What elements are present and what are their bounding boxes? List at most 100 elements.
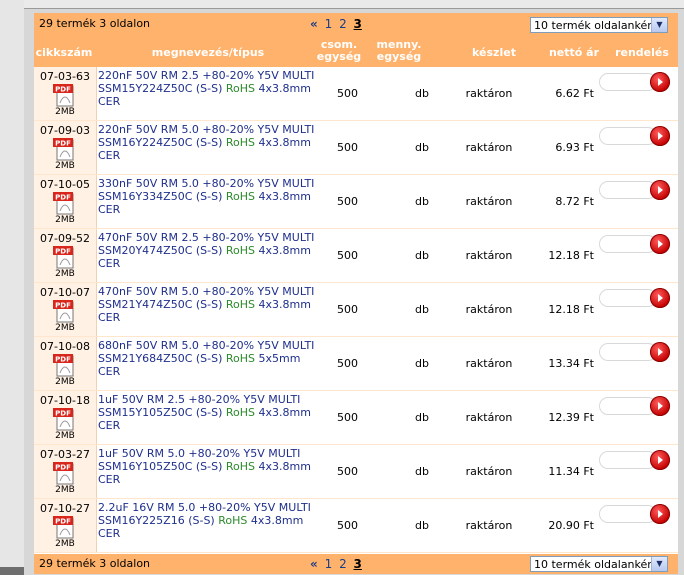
net-price: 8.72 Ft — [555, 195, 594, 208]
desc-size: 4x3.8mm — [250, 514, 304, 527]
product-description[interactable]: 470nF 50V RM 5.0 +80-20% Y5V MULTI SSM21… — [98, 285, 318, 324]
table-row: 07-10-07 PDF 2MB 470nF 50V RM 5.0 +80-20… — [34, 283, 678, 337]
rohs-badge: RoHS — [225, 136, 256, 149]
quantity-input[interactable] — [599, 181, 657, 199]
pdf-icon[interactable]: PDF — [52, 299, 78, 323]
header-price[interactable]: nettó ár — [534, 46, 614, 59]
desc-part-number: SSM15Y224Z50C (S-S) — [98, 82, 223, 95]
quantity-unit: db — [415, 519, 429, 532]
package-unit: 500 — [337, 141, 358, 154]
pdf-icon[interactable]: PDF — [52, 137, 78, 161]
page-link-2[interactable]: 2 — [339, 17, 347, 31]
pdf-icon[interactable]: PDF — [52, 83, 78, 107]
product-description[interactable]: 1uF 50V RM 2.5 +80-20% Y5V MULTI SSM15Y1… — [98, 393, 318, 432]
desc-line-3: CER — [98, 203, 121, 216]
order-button[interactable] — [650, 450, 670, 470]
per-page-select-bottom[interactable]: 10 termék oldalanként ▼ — [530, 556, 668, 572]
first-page-link-bottom[interactable]: « — [310, 557, 318, 571]
order-button[interactable] — [650, 126, 670, 146]
stock-status: raktáron — [465, 87, 513, 100]
chevron-down-icon[interactable]: ▼ — [651, 18, 667, 32]
stock-status: raktáron — [465, 519, 513, 532]
order-button[interactable] — [650, 342, 670, 362]
order-button[interactable] — [650, 180, 670, 200]
product-code: 07-10-05 — [40, 178, 90, 191]
net-price: 12.18 Ft — [548, 303, 594, 316]
desc-line-1: 330nF 50V RM 5.0 +80-20% Y5V MULTI — [98, 177, 315, 190]
page-link-1[interactable]: 1 — [325, 17, 333, 31]
quantity-input[interactable] — [599, 343, 657, 361]
quantity-input[interactable] — [599, 127, 657, 145]
pdf-icon[interactable]: PDF — [52, 461, 78, 485]
quantity-input[interactable] — [599, 505, 657, 523]
svg-text:PDF: PDF — [55, 248, 71, 256]
product-description[interactable]: 1uF 50V RM 5.0 +80-20% Y5V MULTI SSM16Y1… — [98, 447, 318, 486]
quantity-unit: db — [415, 465, 429, 478]
quantity-input[interactable] — [599, 451, 657, 469]
page-link-3-current-bottom[interactable]: 3 — [354, 557, 362, 571]
header-package: csom. egység — [304, 39, 374, 63]
product-description[interactable]: 330nF 50V RM 5.0 +80-20% Y5V MULTI SSM16… — [98, 177, 318, 216]
order-button[interactable] — [650, 396, 670, 416]
chevron-down-icon[interactable]: ▼ — [651, 557, 667, 571]
package-unit: 500 — [337, 303, 358, 316]
code-cell: 07-10-18 PDF 2MB — [34, 391, 97, 444]
table-row: 07-10-08 PDF 2MB 680nF 50V RM 5.0 +80-20… — [34, 337, 678, 391]
per-page-select[interactable]: 10 termék oldalanként ▼ — [530, 17, 668, 33]
product-code: 07-10-07 — [40, 286, 90, 299]
quantity-input[interactable] — [599, 289, 657, 307]
svg-text:PDF: PDF — [55, 86, 71, 94]
quantity-input[interactable] — [599, 397, 657, 415]
order-button[interactable] — [650, 234, 670, 254]
desc-part-number: SSM20Y474Z50C (S-S) — [98, 244, 223, 257]
header-description[interactable]: megnevezés/típus — [96, 46, 320, 59]
rohs-badge: RoHS — [218, 514, 248, 527]
pdf-size: 2MB — [55, 485, 75, 495]
main-panel: 29 termék 3 oldalon « 1 2 3 10 termék ol… — [24, 0, 684, 575]
net-price: 6.93 Ft — [555, 141, 594, 154]
product-code: 07-09-03 — [40, 124, 90, 137]
desc-size: 5x5mm — [258, 352, 301, 365]
package-unit: 500 — [337, 519, 358, 532]
product-code: 07-03-27 — [40, 448, 90, 461]
product-code: 07-09-52 — [40, 232, 90, 245]
svg-text:PDF: PDF — [55, 194, 71, 202]
quantity-unit: db — [415, 303, 429, 316]
stock-status: raktáron — [465, 411, 513, 424]
desc-line-3: CER — [98, 419, 121, 432]
product-description[interactable]: 680nF 50V RM 5.0 +80-20% Y5V MULTI SSM21… — [98, 339, 318, 378]
svg-text:PDF: PDF — [55, 518, 71, 526]
page-link-2-bottom[interactable]: 2 — [339, 557, 347, 571]
product-code: 07-10-08 — [40, 340, 90, 353]
table-row: 07-10-27 PDF 2MB 2.2uF 16V RM 5.0 +80-20… — [34, 499, 678, 553]
pdf-icon[interactable]: PDF — [52, 407, 78, 431]
per-page-value: 10 termék oldalanként — [534, 19, 659, 32]
code-cell: 07-09-52 PDF 2MB — [34, 229, 97, 282]
header-order: rendelés — [615, 46, 669, 59]
product-description[interactable]: 220nF 50V RM 5.0 +80-20% Y5V MULTI SSM16… — [98, 123, 318, 162]
desc-line-1: 470nF 50V RM 5.0 +80-20% Y5V MULTI — [98, 285, 315, 298]
header-stock[interactable]: készlet — [464, 46, 524, 59]
pdf-icon[interactable]: PDF — [52, 353, 78, 377]
product-description[interactable]: 220nF 50V RM 2.5 +80-20% Y5V MULTI SSM15… — [98, 69, 318, 108]
code-cell: 07-10-07 PDF 2MB — [34, 283, 97, 336]
header-code[interactable]: cikkszám — [34, 46, 94, 59]
quantity-input[interactable] — [599, 73, 657, 91]
product-description[interactable]: 470nF 50V RM 2.5 +80-20% Y5V MULTI SSM20… — [98, 231, 318, 270]
pdf-icon[interactable]: PDF — [52, 245, 78, 269]
order-button[interactable] — [650, 72, 670, 92]
rohs-badge: RoHS — [225, 406, 256, 419]
quantity-input[interactable] — [599, 235, 657, 253]
pdf-icon[interactable]: PDF — [52, 515, 78, 539]
product-listing: 29 termék 3 oldalon « 1 2 3 10 termék ol… — [34, 13, 678, 574]
order-button[interactable] — [650, 288, 670, 308]
page-link-1-bottom[interactable]: 1 — [325, 557, 333, 571]
order-button[interactable] — [650, 504, 670, 524]
code-cell: 07-03-63 PDF 2MB — [34, 67, 97, 120]
first-page-link[interactable]: « — [310, 17, 318, 31]
stock-status: raktáron — [465, 465, 513, 478]
product-description[interactable]: 2.2uF 16V RM 5.0 +80-20% Y5V MULTI SSM16… — [98, 501, 318, 540]
package-unit: 500 — [337, 87, 358, 100]
page-link-3-current[interactable]: 3 — [354, 17, 362, 31]
pdf-icon[interactable]: PDF — [52, 191, 78, 215]
